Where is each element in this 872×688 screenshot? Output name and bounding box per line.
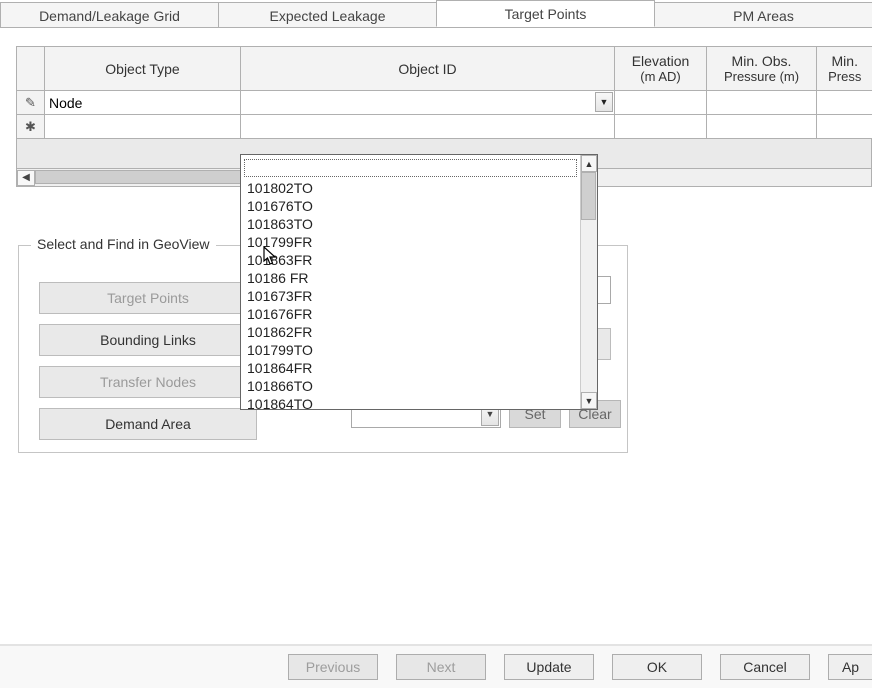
dropdown-items: 101802TO 101676TO 101863TO 101799FR 1018… — [241, 155, 580, 409]
chevron-up-icon: ▲ — [585, 159, 594, 169]
dropdown-option[interactable]: 101864FR — [241, 359, 580, 377]
dropdown-option[interactable]: 101866TO — [241, 377, 580, 395]
col-min-pressure[interactable]: Min. Press — [817, 47, 872, 91]
cell-object-type-new[interactable] — [45, 115, 241, 139]
cell-min-pressure[interactable] — [817, 91, 872, 115]
pencil-icon — [25, 94, 36, 110]
cell-min-pressure-new[interactable] — [817, 115, 872, 139]
col-min-obs-label1: Min. Obs. — [732, 53, 792, 69]
col-min-press-label2: Press — [817, 69, 872, 84]
previous-button[interactable]: Previous — [288, 654, 378, 680]
dropdown-option[interactable]: 101676TO — [241, 197, 580, 215]
dropdown-option[interactable]: 101862FR — [241, 323, 580, 341]
object-id-input[interactable] — [241, 91, 614, 114]
grid-header-row: Object Type Object ID Elevation (m AD) M… — [17, 47, 872, 91]
col-elevation[interactable]: Elevation (m AD) — [615, 47, 707, 91]
groupbox-legend: Select and Find in GeoView — [31, 236, 216, 252]
ok-button[interactable]: OK — [612, 654, 702, 680]
cell-object-type[interactable] — [45, 91, 241, 115]
cell-min-obs-pressure[interactable] — [707, 91, 817, 115]
dropdown-vscrollbar[interactable]: ▲ ▼ — [580, 155, 597, 409]
col-min-press-label1: Min. — [832, 53, 858, 69]
dropdown-option[interactable]: 101676FR — [241, 305, 580, 323]
dropdown-option[interactable]: 101802TO — [241, 179, 580, 197]
cell-elevation[interactable] — [615, 91, 707, 115]
tab-target-points[interactable]: Target Points — [436, 0, 655, 27]
target-points-button[interactable]: Target Points — [39, 282, 257, 314]
new-row-icon — [25, 118, 36, 134]
dropdown-option[interactable]: 101673FR — [241, 287, 580, 305]
next-button[interactable]: Next — [396, 654, 486, 680]
cell-min-obs-pressure-new[interactable] — [707, 115, 817, 139]
dropdown-filter-input[interactable] — [244, 159, 577, 177]
dropdown-option[interactable]: 101799FR — [241, 233, 580, 251]
vscroll-thumb[interactable] — [581, 172, 596, 220]
row-indicator-new — [17, 115, 45, 139]
scroll-down-button[interactable]: ▼ — [581, 392, 597, 409]
dialog-button-bar: Previous Next Update OK Cancel Ap — [0, 644, 872, 688]
vscroll-track[interactable] — [581, 172, 597, 392]
object-type-input[interactable] — [45, 91, 240, 114]
tab-demand-leakage-grid[interactable]: Demand/Leakage Grid — [0, 2, 219, 27]
object-id-dropdown-button[interactable]: ▼ — [595, 92, 613, 112]
object-id-dropdown-list[interactable]: 101802TO 101676TO 101863TO 101799FR 1018… — [240, 154, 598, 410]
chevron-down-icon: ▼ — [486, 409, 495, 419]
chevron-left-icon: ◀ — [22, 172, 30, 183]
row-indicator-edit — [17, 91, 45, 115]
chevron-down-icon: ▼ — [600, 97, 609, 107]
cell-elevation-new[interactable] — [615, 115, 707, 139]
bounding-links-button[interactable]: Bounding Links — [39, 324, 257, 356]
table-row-new[interactable] — [17, 115, 872, 139]
cell-object-id-new[interactable] — [241, 115, 615, 139]
col-object-id[interactable]: Object ID — [241, 47, 615, 91]
tab-pm-areas[interactable]: PM Areas — [654, 2, 872, 27]
table-row[interactable]: ▼ — [17, 91, 872, 115]
scroll-up-button[interactable]: ▲ — [581, 155, 597, 172]
transfer-nodes-button[interactable]: Transfer Nodes — [39, 366, 257, 398]
dropdown-option[interactable]: 101863FR — [241, 251, 580, 269]
dropdown-option[interactable]: 10186 FR — [241, 269, 580, 287]
dropdown-option[interactable]: 101864TO — [241, 395, 580, 409]
scroll-left-button[interactable]: ◀ — [17, 170, 35, 186]
dropdown-option[interactable]: 101799TO — [241, 341, 580, 359]
demand-area-button[interactable]: Demand Area — [39, 408, 257, 440]
tab-expected-leakage[interactable]: Expected Leakage — [218, 2, 437, 27]
target-points-grid: Object Type Object ID Elevation (m AD) M… — [16, 46, 872, 139]
grid-corner — [17, 47, 45, 91]
col-object-type[interactable]: Object Type — [45, 47, 241, 91]
dropdown-option[interactable]: 101863TO — [241, 215, 580, 233]
chevron-down-icon: ▼ — [585, 396, 594, 406]
col-elevation-label: Elevation — [632, 53, 690, 69]
cell-object-id[interactable]: ▼ — [241, 91, 615, 115]
update-button[interactable]: Update — [504, 654, 594, 680]
col-elevation-unit: (m AD) — [615, 69, 706, 84]
cancel-button[interactable]: Cancel — [720, 654, 810, 680]
col-min-obs-pressure[interactable]: Min. Obs. Pressure (m) — [707, 47, 817, 91]
col-min-obs-label2: Pressure (m) — [707, 69, 816, 84]
apply-button[interactable]: Ap — [828, 654, 872, 680]
tabbar: Demand/Leakage Grid Expected Leakage Tar… — [0, 0, 872, 28]
